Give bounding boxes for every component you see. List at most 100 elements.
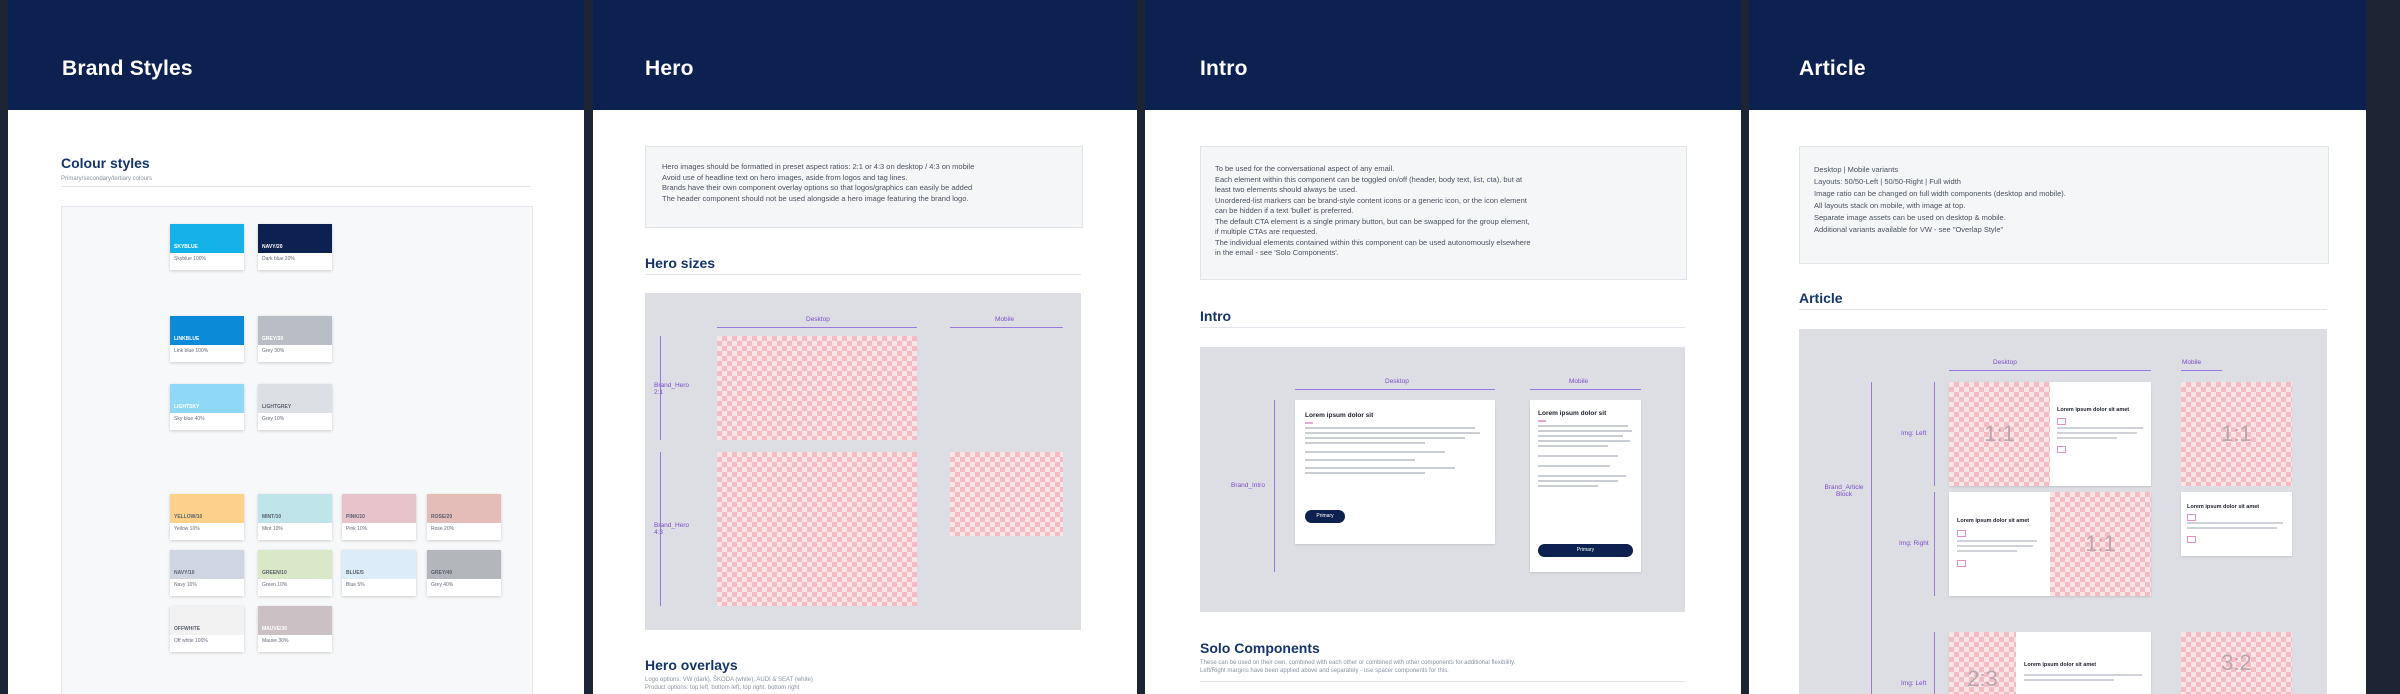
text-line	[1305, 467, 1455, 469]
frame-header	[1145, 0, 1741, 110]
swatch-name: PINK/10	[346, 514, 365, 520]
text-line	[1538, 430, 1632, 432]
row-dimension-line	[1934, 632, 1935, 694]
mobile-dimension-line	[950, 327, 1063, 328]
colour-swatch: LIGHTSKY Sky blue 40%	[170, 384, 244, 430]
swatch-chip: NAVY/20	[258, 224, 332, 253]
swatch-chip: LIGHTGREY	[258, 384, 332, 413]
note-line: Image ratio can be changed on full width…	[1814, 189, 2066, 198]
pink-marker	[1305, 422, 1313, 424]
row-label-img-left: Img: Left	[1901, 430, 1927, 437]
swatch-label: Grey 10%	[262, 416, 285, 422]
note-line: Avoid use of headline text on hero image…	[662, 172, 908, 182]
text-line	[1538, 465, 1610, 467]
swatch-name: NAVY/10	[174, 570, 195, 576]
desktop-dimension-line	[1949, 370, 2151, 371]
frame-title: Brand Styles	[62, 57, 193, 80]
article-title: Lorem ipsum dolor sit amet	[1957, 518, 2030, 524]
text-line	[2057, 427, 2143, 429]
frame-title: Hero	[645, 57, 694, 80]
desktop-dimension-line	[1295, 389, 1495, 390]
text-line	[2024, 679, 2114, 681]
swatch-label: Yellow 10%	[174, 526, 200, 532]
section-title-hero-sizes: Hero sizes	[645, 255, 716, 271]
swatch-chip: NAVY/10	[170, 550, 244, 579]
frame-header	[593, 0, 1137, 110]
colour-swatch: SKYBLUE Skyblue 100%	[170, 224, 244, 270]
hero-placeholder-desktop-4-3	[717, 452, 917, 606]
swatch-name: SKYBLUE	[174, 244, 198, 250]
swatch-label: Dark blue 20%	[262, 256, 295, 262]
ratio-label: 2:3	[1967, 666, 1998, 691]
swatch-chip: MAUVE/30	[258, 606, 332, 635]
pink-marker	[1957, 530, 1966, 537]
solo-sub-2: Left/Right margins have been applied abo…	[1200, 668, 1449, 674]
solo-sub-1: These can be used on their own, combined…	[1200, 660, 1516, 666]
card-title: Lorem ipsum dolor sit	[1305, 412, 1374, 419]
swatch-label: Blue 5%	[346, 582, 365, 588]
section-title-hero-overlays: Hero overlays	[645, 657, 738, 673]
colour-swatch: NAVY/20 Dark blue 20%	[258, 224, 332, 270]
primary-button[interactable]: Primary	[1538, 544, 1633, 557]
colour-swatch: PINK/10 Pink 10%	[342, 494, 416, 540]
desktop-dimension-label: Desktop	[1993, 359, 2017, 366]
swatch-chip: BLUE/5	[342, 550, 416, 579]
text-line	[1538, 440, 1630, 442]
colour-swatch: MAUVE/30 Mauve 30%	[258, 606, 332, 652]
swatch-chip: PINK/10	[342, 494, 416, 523]
primary-button[interactable]: Primary	[1305, 510, 1345, 523]
swatch-chip: GREY/30	[258, 316, 332, 345]
section-title-intro: Intro	[1200, 308, 1232, 324]
swatch-name: ROSE/20	[431, 514, 453, 520]
divider	[1200, 681, 1685, 682]
article-dimension-line	[1871, 382, 1872, 694]
mobile-dimension-line	[2181, 370, 2222, 371]
pink-marker	[2057, 446, 2066, 453]
row-label-img-right: Img: Right	[1899, 540, 1929, 547]
note-line: Additional variants available for VW - s…	[1814, 225, 2004, 234]
pink-marker	[2057, 418, 2066, 425]
swatch-label: Pink 10%	[346, 526, 368, 532]
colour-swatch: GREY/30 Grey 30%	[258, 316, 332, 362]
text-line	[1538, 475, 1626, 477]
swatch-chip: MINT/10	[258, 494, 332, 523]
hero-notes: Hero images should be formatted in prese…	[645, 146, 1083, 228]
note-line: Unordered-list markers can be brand-styl…	[1215, 195, 1527, 205]
frame-article: Article Desktop | Mobile variants Layout…	[1749, 0, 2366, 694]
colour-swatch: OFFWHITE Off white 100%	[170, 606, 244, 652]
text-line	[1305, 472, 1425, 474]
text-line	[1957, 545, 2033, 547]
swatch-chip: LINKBLUE	[170, 316, 244, 345]
text-line	[1305, 442, 1425, 444]
section-title-article: Article	[1799, 290, 1843, 306]
mobile-dimension-label: Mobile	[2182, 359, 2202, 366]
colour-swatch: NAVY/10 Navy 10%	[170, 550, 244, 596]
colour-swatch: LINKBLUE Link blue 100%	[170, 316, 244, 362]
swatch-chip: ROSE/20	[427, 494, 501, 523]
overlay-sub-2: Product options: top left, bottom left, …	[645, 685, 800, 691]
swatch-label: Mauve 30%	[262, 638, 289, 644]
note-line: Brands have their own component overlay …	[662, 183, 973, 192]
text-line	[2187, 522, 2283, 524]
text-line	[1305, 451, 1445, 453]
swatch-label: Rose 20%	[431, 526, 455, 532]
article-image-2-3: 2:3	[1949, 632, 2016, 694]
frame-brand-styles: Brand Styles Colour styles Primary/secon…	[8, 0, 584, 694]
article-mobile-image: 1:1	[2181, 382, 2292, 486]
hero-placeholder-mobile	[950, 452, 1063, 536]
swatch-chip: OFFWHITE	[170, 606, 244, 635]
swatch-label: Navy 10%	[174, 582, 197, 588]
row-label-img-left-2: Img: Left	[1901, 680, 1927, 687]
note-line: if multiple CTAs are requested.	[1215, 227, 1318, 236]
desktop-dimension-label: Desktop	[806, 316, 830, 323]
note-line: Hero images should be formatted in prese…	[662, 162, 975, 171]
swatch-name: NAVY/20	[262, 244, 283, 250]
text-line	[1957, 540, 2037, 542]
article-mobile-text-card	[2181, 492, 2292, 556]
colour-swatch: GREEN/10 Green 10%	[258, 550, 332, 596]
colour-swatch: BLUE/5 Blue 5%	[342, 550, 416, 596]
text-line	[1305, 432, 1480, 434]
note-line: Each element within this component can b…	[1215, 174, 1523, 184]
swatch-label: Grey 40%	[431, 582, 454, 588]
text-line	[1538, 485, 1598, 487]
